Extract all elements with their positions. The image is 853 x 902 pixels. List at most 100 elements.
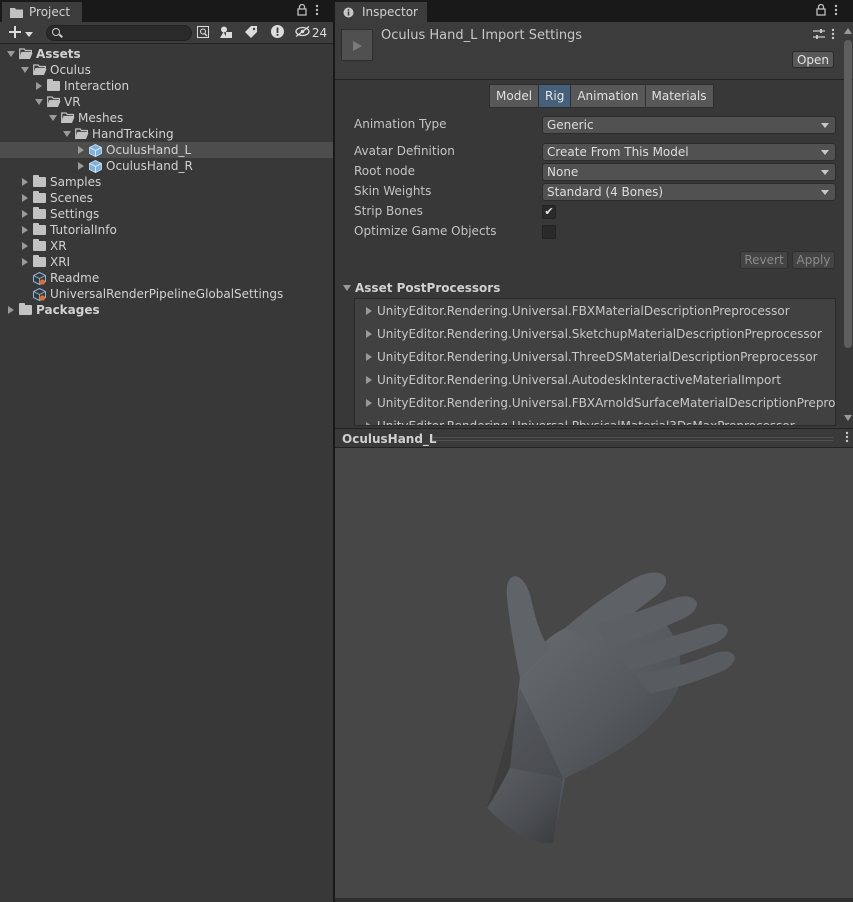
chevron-right-icon[interactable] — [364, 398, 374, 408]
tree-item[interactable]: OculusHand_R — [0, 158, 333, 174]
strip-bones-checkbox[interactable]: ✔ — [542, 205, 556, 219]
chevron-right-icon[interactable] — [364, 329, 374, 339]
filter-by-label-button[interactable] — [242, 24, 260, 42]
tree-item[interactable]: XRI — [0, 254, 333, 270]
tree-item-label: Readme — [50, 271, 100, 285]
chevron-right-icon[interactable] — [364, 306, 374, 316]
root-node-row: Root node None — [354, 163, 836, 181]
folder-icon — [33, 223, 46, 235]
preview-header[interactable]: OculusHand_L — [335, 428, 853, 448]
chevron-right-icon[interactable] — [20, 241, 30, 251]
chevron-right-icon[interactable] — [76, 145, 86, 155]
create-button[interactable] — [6, 24, 36, 42]
log-types-button[interactable] — [268, 24, 286, 42]
apply-button[interactable]: Apply — [792, 251, 835, 269]
tree-item[interactable]: Settings — [0, 206, 333, 222]
postprocessor-item[interactable]: UnityEditor.Rendering.Universal.Autodesk… — [355, 369, 835, 391]
postprocessors-foldout[interactable]: Asset PostProcessors — [342, 281, 500, 295]
tree-item[interactable]: Meshes — [0, 110, 333, 126]
open-button[interactable]: Open — [792, 51, 834, 68]
tab-inspector[interactable]: Inspector — [335, 2, 427, 22]
kebab-menu-icon[interactable] — [831, 28, 835, 43]
inspector-tabbar: Inspector — [335, 0, 853, 22]
mesh-prefab-icon — [89, 159, 102, 173]
folder-icon — [33, 239, 46, 251]
tag-icon — [245, 25, 257, 41]
postprocessor-item[interactable]: UnityEditor.Rendering.Universal.Sketchup… — [355, 323, 835, 345]
kebab-menu-icon[interactable] — [834, 4, 838, 19]
chevron-down-icon[interactable] — [20, 65, 30, 75]
kebab-menu-icon[interactable] — [845, 431, 849, 446]
postprocessor-item[interactable]: UnityEditor.Rendering.Universal.FBXArnol… — [355, 392, 835, 414]
tree-item[interactable]: TutorialInfo — [0, 222, 333, 238]
chevron-right-icon[interactable] — [364, 352, 374, 362]
optimize-game-objects-checkbox[interactable] — [542, 225, 556, 239]
lock-icon[interactable] — [816, 3, 826, 19]
tree-item-label: Meshes — [78, 111, 124, 125]
avatar-definition-dropdown[interactable]: Create From This Model — [542, 143, 836, 161]
postprocessor-item[interactable]: UnityEditor.Rendering.Universal.FBXMater… — [355, 300, 835, 322]
postprocessor-label: UnityEditor.Rendering.Universal.FBXMater… — [377, 304, 790, 318]
tree-item-label: UniversalRenderPipelineGlobalSettings — [50, 287, 284, 301]
hidden-packages-toggle[interactable]: 24 — [294, 24, 328, 42]
scroll-down-icon[interactable] — [844, 415, 852, 421]
kebab-menu-icon[interactable] — [315, 4, 319, 19]
tree-item[interactable]: UniversalRenderPipelineGlobalSettings — [0, 286, 333, 302]
chevron-right-icon[interactable] — [20, 177, 30, 187]
optimize-game-objects-row: Optimize Game Objects — [354, 223, 836, 241]
model-preview[interactable] — [335, 448, 853, 898]
tab-animation[interactable]: Animation — [570, 84, 646, 108]
optimize-game-objects-label: Optimize Game Objects — [354, 224, 497, 238]
tab-materials[interactable]: Materials — [644, 84, 714, 108]
chevron-right-icon[interactable] — [20, 225, 30, 235]
root-node-dropdown[interactable]: None — [542, 163, 836, 181]
skin-weights-dropdown[interactable]: Standard (4 Bones) — [542, 183, 836, 201]
tab-model[interactable]: Model — [489, 84, 540, 108]
search-by-type-button[interactable] — [194, 24, 212, 42]
tree-item[interactable]: VR — [0, 94, 333, 110]
search-input[interactable] — [46, 25, 192, 41]
tab-rig[interactable]: Rig — [538, 84, 572, 108]
folder-icon — [33, 207, 46, 219]
chevron-right-icon[interactable] — [20, 193, 30, 203]
presets-icon[interactable] — [813, 28, 825, 43]
tab-project[interactable]: Project — [2, 2, 82, 22]
tree-item[interactable]: Samples — [0, 174, 333, 190]
tree-item[interactable]: HandTracking — [0, 126, 333, 142]
filter-by-type-button[interactable] — [217, 24, 235, 42]
chevron-right-icon[interactable] — [364, 375, 374, 385]
tree-item[interactable]: Assets — [0, 46, 333, 62]
revert-button[interactable]: Revert — [740, 251, 788, 269]
tree-item[interactable]: OculusHand_L — [0, 142, 333, 158]
chevron-right-icon[interactable] — [20, 209, 30, 219]
chevron-down-icon[interactable] — [6, 49, 16, 59]
chevron-down-icon[interactable] — [34, 97, 44, 107]
chevron-right-icon[interactable] — [76, 161, 86, 171]
foldout-arrow-icon — [342, 283, 352, 293]
animation-type-dropdown[interactable]: Generic — [542, 116, 836, 134]
tree-item[interactable]: XR — [0, 238, 333, 254]
chevron-right-icon[interactable] — [6, 305, 16, 315]
tree-item[interactable]: Readme — [0, 270, 333, 286]
chevron-down-icon[interactable] — [48, 113, 58, 123]
chevron-down-icon[interactable] — [62, 129, 72, 139]
strip-bones-row: Strip Bones ✔ — [354, 203, 836, 221]
folder-icon — [33, 191, 46, 203]
chevron-right-icon[interactable] — [20, 257, 30, 267]
chevron-right-icon[interactable] — [364, 421, 374, 425]
tree-item[interactable]: Interaction — [0, 78, 333, 94]
tree-item[interactable]: Packages — [0, 302, 333, 318]
tree-item[interactable]: Oculus — [0, 62, 333, 78]
tree-item-label: OculusHand_L — [106, 143, 192, 157]
postprocessor-item[interactable]: UnityEditor.Rendering.Universal.Physical… — [355, 415, 835, 425]
lock-icon[interactable] — [297, 3, 307, 19]
folder-open-icon — [19, 47, 33, 61]
tree-item[interactable]: Scenes — [0, 190, 333, 206]
scroll-up-icon[interactable] — [844, 28, 852, 34]
inspector-scrollbar[interactable] — [844, 40, 852, 348]
resize-grip[interactable] — [433, 437, 833, 441]
postprocessor-item[interactable]: UnityEditor.Rendering.Universal.ThreeDSM… — [355, 346, 835, 368]
chevron-right-icon[interactable] — [34, 81, 44, 91]
